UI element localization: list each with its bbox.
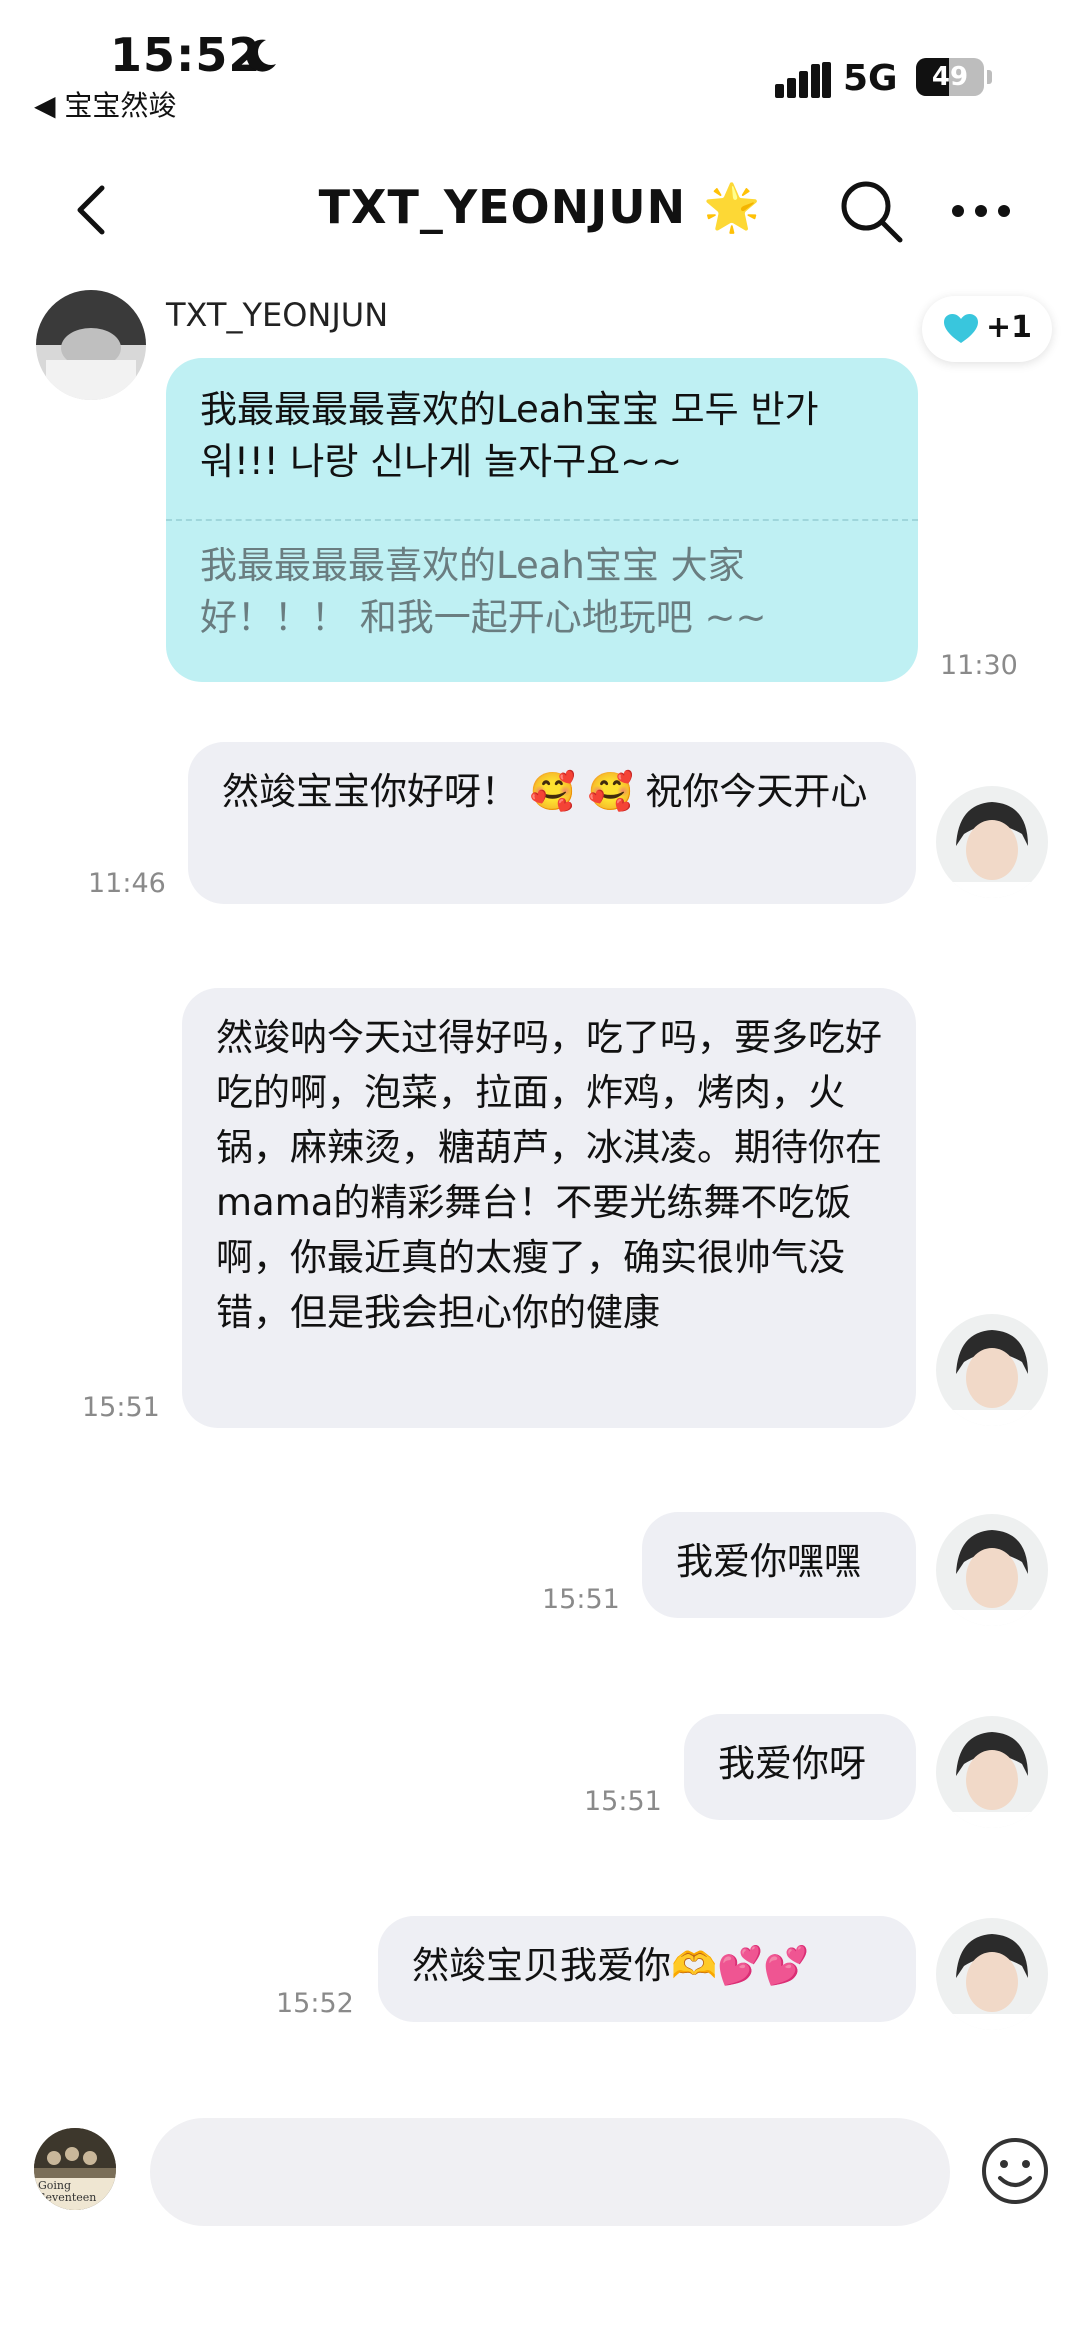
message-original-text: 我最最最最喜欢的Leah宝宝 모두 반가워!!! 나랑 신나게 놀자구요~~	[200, 388, 819, 483]
message-input[interactable]	[150, 2118, 950, 2226]
message-time: 11:46	[88, 868, 166, 899]
page-title: TXT_YEONJUN 🌟	[318, 180, 762, 234]
message-text: 然竣宝贝我爱你🫶💕💕	[412, 1944, 810, 1987]
my-avatar[interactable]	[936, 1514, 1048, 1626]
outgoing-message-bubble[interactable]: 然竣宝贝我爱你🫶💕💕	[378, 1916, 916, 2022]
message-text: 我爱你嘿嘿	[676, 1540, 861, 1583]
outgoing-message-bubble[interactable]: 然竣呐今天过得好吗，吃了吗，要多吃好吃的啊，泡菜，拉面，炸鸡，烤肉，火锅，麻辣烫…	[182, 988, 916, 1428]
search-icon[interactable]	[838, 178, 904, 244]
reaction-count: +1	[986, 310, 1033, 345]
message-time: 15:51	[584, 1786, 662, 1817]
reaction-badge[interactable]: +1	[922, 296, 1052, 362]
outgoing-message-bubble[interactable]: 我爱你呀	[684, 1714, 916, 1820]
outgoing-message-bubble[interactable]: 然竣宝宝你好呀！ 🥰 🥰 祝你今天开心	[188, 742, 916, 904]
message-time: 15:51	[542, 1584, 620, 1615]
network-type: 5G	[843, 58, 898, 99]
message-time: 11:30	[940, 650, 1018, 681]
message-translation-text: 我最最最最喜欢的Leah宝宝 大家好！！！ 和我一起开心地玩吧 ~~	[200, 544, 767, 639]
my-avatar[interactable]	[936, 1716, 1048, 1828]
back-to-app-link[interactable]: ◀ 宝宝然竣	[34, 84, 176, 124]
battery-tip	[987, 70, 992, 84]
battery-percent: 49	[931, 62, 969, 92]
more-icon[interactable]	[950, 196, 1012, 226]
signal-bars-icon	[775, 62, 831, 98]
outgoing-message-bubble[interactable]: 我爱你嘿嘿	[642, 1512, 916, 1618]
battery-icon: 49	[916, 58, 984, 96]
message-text: 我爱你呀	[718, 1742, 866, 1785]
message-text: 然竣宝宝你好呀！ 🥰 🥰 祝你今天开心	[222, 770, 868, 813]
my-avatar[interactable]	[936, 1918, 1048, 2030]
input-avatar[interactable]: Going Seventeen	[34, 2128, 116, 2210]
my-avatar[interactable]	[936, 1314, 1048, 1426]
status-bar: 15:52 ◀ 宝宝然竣 5G 49	[0, 0, 1080, 122]
input-avatar-caption: Going Seventeen	[38, 2179, 97, 2204]
sender-name: TXT_YEONJUN	[166, 296, 389, 334]
status-time: 15:52	[110, 28, 262, 82]
emoji-icon[interactable]	[980, 2136, 1050, 2206]
heart-icon	[944, 314, 978, 343]
message-time: 15:52	[276, 1988, 354, 2019]
message-time: 15:51	[82, 1392, 160, 1423]
incoming-message-bubble[interactable]: 我最最最最喜欢的Leah宝宝 모두 반가워!!! 나랑 신나게 놀자구요~~ 我…	[166, 358, 918, 682]
moon-icon	[246, 39, 276, 72]
sender-avatar[interactable]	[36, 290, 146, 400]
message-text: 然竣呐今天过得好吗，吃了吗，要多吃好吃的啊，泡菜，拉面，炸鸡，烤肉，火锅，麻辣烫…	[216, 1016, 882, 1334]
chat-header: TXT_YEONJUN 🌟	[0, 160, 1080, 260]
translation-divider	[166, 519, 918, 521]
my-avatar[interactable]	[936, 786, 1048, 898]
